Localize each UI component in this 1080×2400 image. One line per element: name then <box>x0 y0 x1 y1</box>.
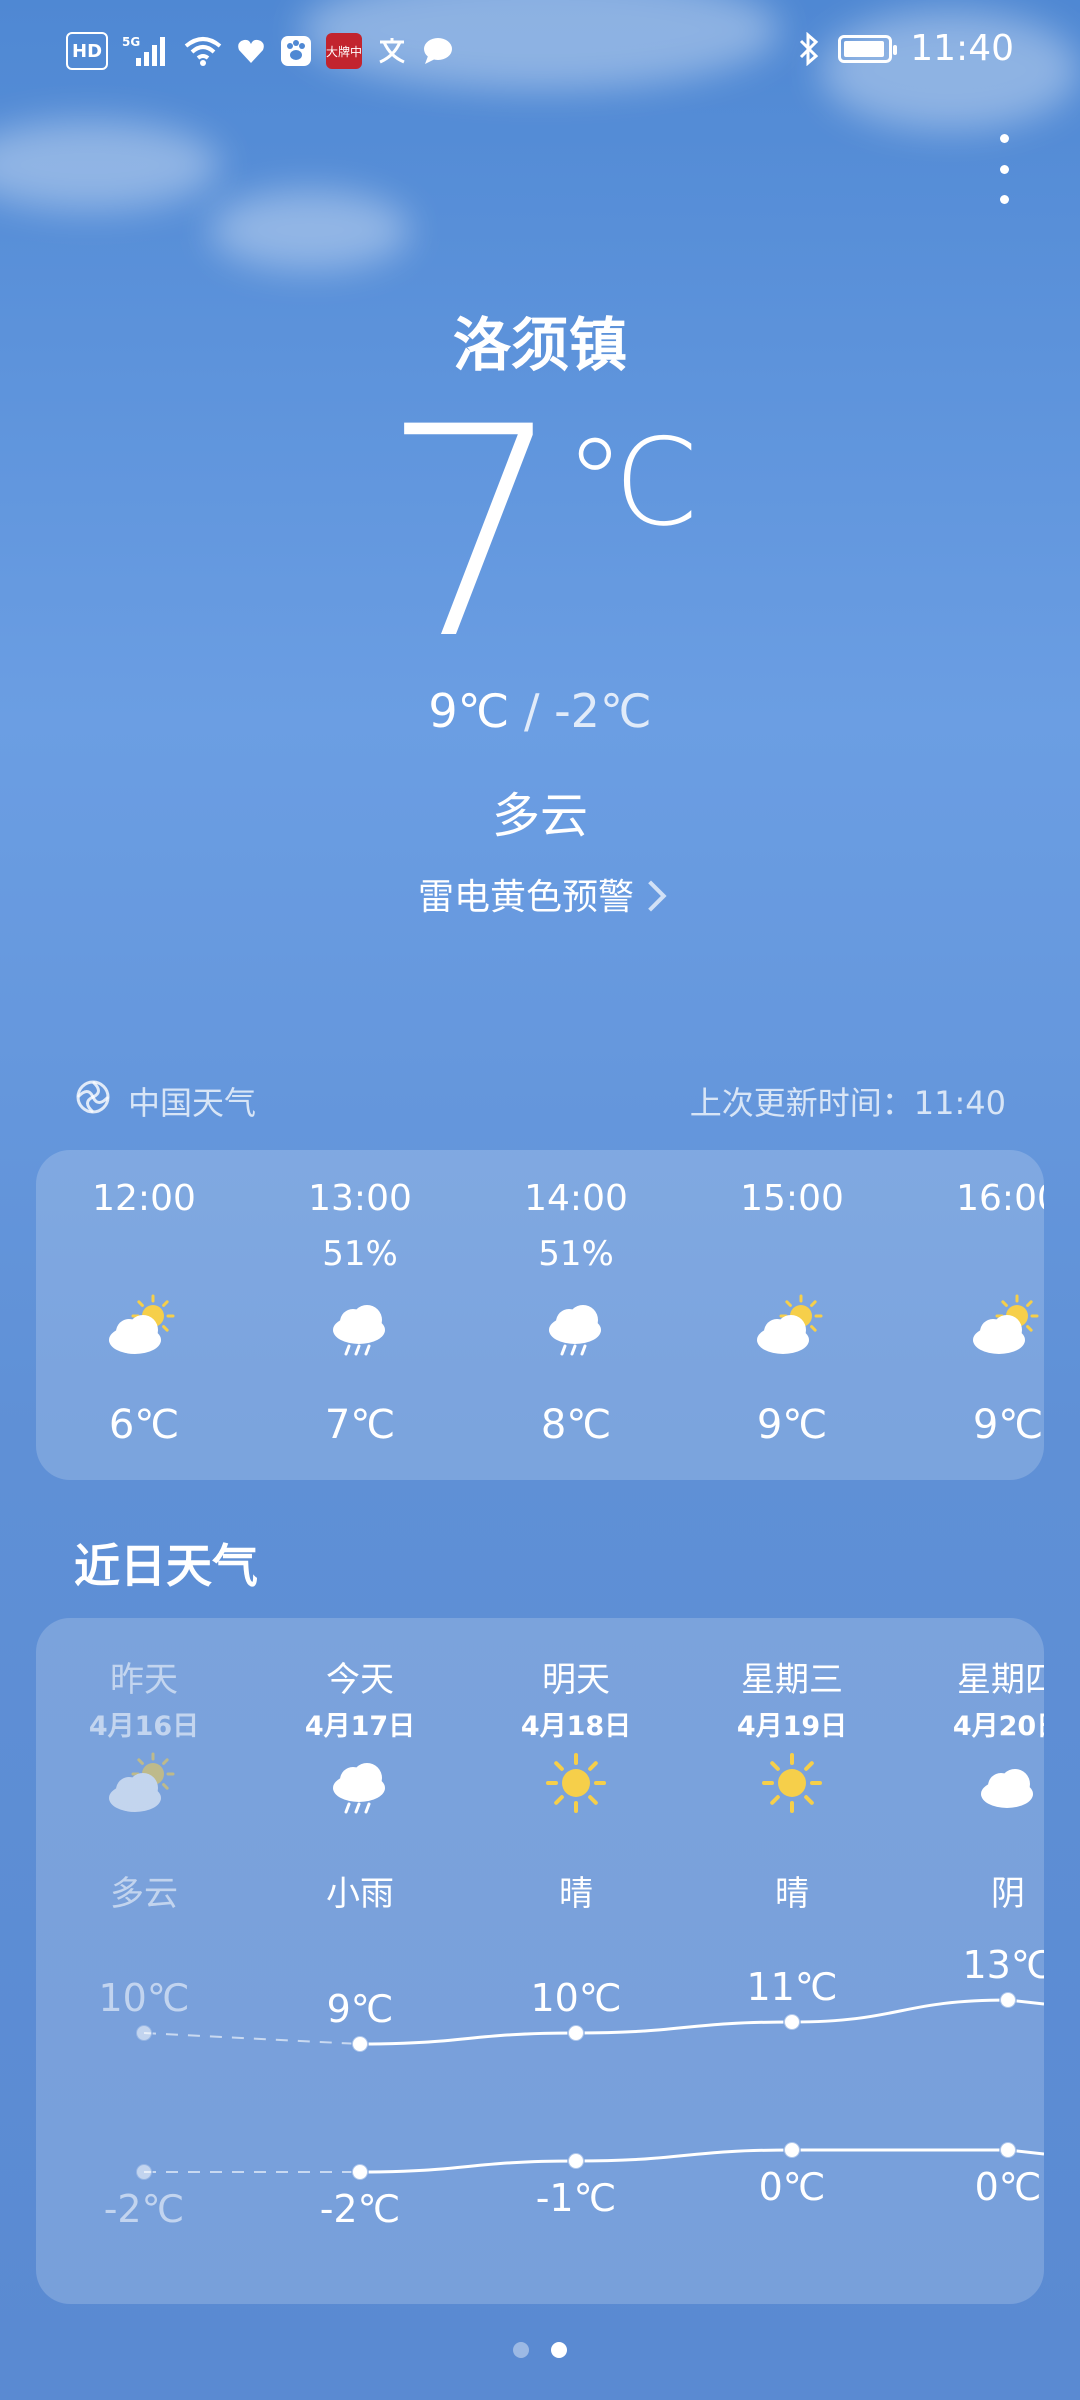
low-temp-label: -2℃ <box>320 2187 401 2231</box>
high-temp-label: 10℃ <box>530 1976 621 2020</box>
source-name[interactable]: 中国天气 <box>128 1078 256 1124</box>
data-source-row: 中国天气 上次更新时间：11:40 <box>74 1076 1006 1126</box>
alert-label: 雷电黄色预警 <box>417 877 634 918</box>
temperature-curve-chart: 10℃ -2℃ 9℃ -2℃ 10℃ -1℃ 11℃ 0℃ 13℃ 0℃ <box>98 1943 1044 2231</box>
battery-icon <box>838 34 898 63</box>
hour-time: 16:00 <box>956 1178 1044 1219</box>
hour-temp: 6℃ <box>108 1402 180 1448</box>
high-temp-point <box>999 1991 1017 2009</box>
dot-icon <box>999 164 1009 174</box>
high-temp: 9℃ <box>428 684 510 738</box>
paw-app-icon <box>280 34 312 68</box>
hd-icon: HD <box>66 32 109 70</box>
page-dot[interactable] <box>551 2342 567 2358</box>
dot-icon <box>999 134 1009 143</box>
hour-time: 15:00 <box>740 1178 844 1219</box>
page-indicator <box>0 2342 1080 2358</box>
background-cloud <box>0 120 220 210</box>
hourly-forecast-card[interactable]: 12:00 6℃ 13:00 51% 7℃ 14:00 51% 8℃ 15:00 9℃ 16:00 9… <box>36 1150 1044 1480</box>
weather-alert-link[interactable]: 雷电黄色预警 <box>0 868 1080 920</box>
current-temperature: 7℃ <box>0 390 1080 680</box>
precip-chance: 51% <box>538 1234 614 1274</box>
status-bar: HD 5G 大牌中 11:40 <box>0 0 1080 100</box>
low-temp: -2℃ <box>554 684 652 738</box>
temperature-range: 9℃ / -2℃ <box>0 684 1080 738</box>
low-temp-point <box>999 2141 1017 2159</box>
partly-cloudy-icon <box>109 1290 179 1360</box>
rain-cloud-icon <box>325 1290 395 1360</box>
background-cloud <box>210 190 410 270</box>
partly-cloudy-icon <box>757 1290 827 1360</box>
high-temp-point <box>783 2013 801 2031</box>
daily-forecast-title: 近日天气 <box>74 1539 258 1593</box>
high-temp-point <box>351 2035 369 2053</box>
hour-temp: 9℃ <box>972 1402 1044 1448</box>
more-options-button[interactable] <box>994 134 1014 204</box>
bluetooth-icon <box>798 31 820 66</box>
status-time: 11:40 <box>910 28 1014 69</box>
hour-time: 13:00 <box>308 1178 412 1219</box>
high-temp-label: 11℃ <box>746 1965 837 2009</box>
hour-time: 12:00 <box>92 1178 196 1219</box>
weather-condition: 多云 <box>491 788 588 844</box>
news-app-icon: 大牌中 <box>326 33 362 69</box>
wifi-icon <box>184 34 222 68</box>
low-temp-label: -1℃ <box>536 2176 617 2220</box>
daily-forecast-card[interactable]: 昨天 4月16日 多云 今天 4月17日 小雨 明天 4月18日晴星期三 4月19日晴星期四 4月… <box>36 1618 1044 2304</box>
partly-cloudy-icon <box>973 1290 1043 1360</box>
high-temp-label: 9℃ <box>327 1987 394 2031</box>
rain-cloud-icon <box>541 1290 611 1360</box>
chevron-right-icon <box>635 880 667 912</box>
range-separator: / <box>523 684 540 738</box>
network-type-label: 5G <box>122 35 140 49</box>
low-temp-point <box>351 2163 369 2181</box>
hour-time: 14:00 <box>524 1178 628 1219</box>
high-temp-label: 10℃ <box>98 1976 189 2020</box>
dot-icon <box>999 195 1009 204</box>
hour-temp: 7℃ <box>324 1402 396 1448</box>
signal-icon: 5G <box>122 34 170 68</box>
low-temp-point <box>783 2141 801 2159</box>
high-temp-point <box>135 2024 153 2042</box>
hour-temp: 8℃ <box>540 1402 612 1448</box>
page-dot[interactable] <box>513 2342 529 2358</box>
china-weather-logo-icon <box>74 1078 112 1124</box>
low-temp-label: 0℃ <box>759 2165 826 2209</box>
temperature-unit: ℃ <box>564 414 700 553</box>
low-temp-point <box>567 2152 585 2170</box>
high-temp-past-segment <box>143 2032 361 2045</box>
low-temp-line <box>359 2148 1044 2174</box>
temperature-value: 7 <box>380 366 565 703</box>
high-temp-point <box>567 2024 585 2042</box>
low-temp-label: -2℃ <box>104 2187 185 2231</box>
high-temp-label: 13℃ <box>962 1943 1044 1987</box>
heart-shield-icon <box>236 34 266 68</box>
low-temp-point <box>135 2163 153 2181</box>
hour-temp: 9℃ <box>756 1402 828 1448</box>
last-updated: 上次更新时间：11:40 <box>689 1084 1006 1122</box>
precip-chance: 51% <box>322 1234 398 1274</box>
translate-icon <box>376 34 408 68</box>
high-temp-line <box>359 1998 1044 2046</box>
low-temp-label: 0℃ <box>975 2165 1042 2209</box>
chat-icon <box>422 34 454 68</box>
